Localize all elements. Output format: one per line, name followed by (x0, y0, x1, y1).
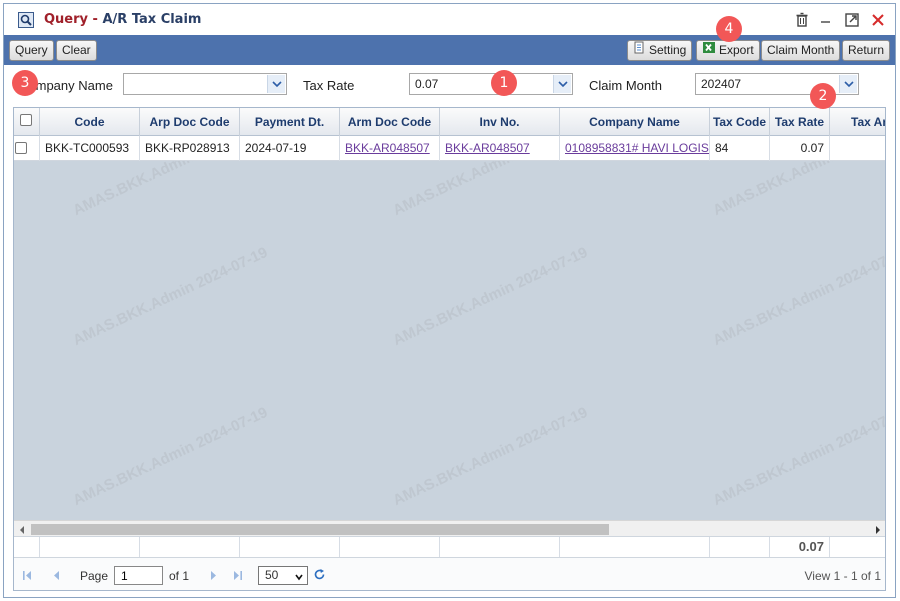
grid-header: Code Arp Doc Code Payment Dt. Arm Doc Co… (14, 108, 885, 136)
page-size-value: 50 (265, 568, 279, 582)
setting-button[interactable]: Setting (627, 40, 693, 61)
col-header-company-name[interactable]: Company Name (560, 108, 710, 136)
tax-rate-label: Tax Rate (303, 78, 355, 93)
chevron-down-icon[interactable] (839, 75, 857, 93)
watermark: AMAS.BKK.Admin 2024-07-19 (70, 243, 271, 350)
footer-tax-rate-total: 0.07 (770, 537, 830, 558)
annotation-badge-4: 4 (716, 16, 742, 42)
chevron-down-icon (294, 570, 304, 587)
row-checkbox[interactable] (15, 142, 27, 154)
title-query: Query (44, 12, 89, 27)
last-page-icon[interactable] (233, 570, 243, 584)
watermark: AMAS.BKK.Admin 2024-07-19 (70, 403, 271, 510)
cell-code: BKK-TC000593 (40, 136, 140, 161)
page-label: Page (80, 569, 109, 583)
claim-month-label: Claim Month (589, 78, 662, 93)
query-button[interactable]: Query (9, 40, 54, 61)
export-button[interactable]: Export (696, 40, 760, 61)
maximize-icon[interactable] (844, 12, 860, 28)
trash-icon[interactable] (794, 12, 810, 28)
next-page-icon[interactable] (210, 570, 218, 584)
cell-company-name-link[interactable]: 0108958831# HAVI LOGISTICS (560, 136, 710, 161)
col-header-tax-code[interactable]: Tax Code (710, 108, 770, 136)
claim-month-button[interactable]: Claim Month (761, 40, 841, 61)
watermark: AMAS.BKK.Admin 2024-07-19 (710, 403, 886, 510)
select-all-checkbox[interactable] (20, 114, 32, 126)
horizontal-scrollbar[interactable] (14, 520, 885, 536)
claim-month-value: 202407 (701, 77, 742, 91)
document-icon (633, 41, 646, 60)
annotation-badge-1: 1 (491, 70, 517, 96)
watermark: AMAS.BKK.Admin 2024-07-19 (710, 243, 886, 350)
watermark: AMAS.BKK.Admin 2024-07-19 (390, 243, 591, 350)
page-count-label: of 1 (169, 569, 190, 583)
clear-button[interactable]: Clear (56, 40, 97, 61)
annotation-badge-3: 3 (12, 70, 38, 96)
cell-tax-code: 84 (710, 136, 770, 161)
col-header-inv-no[interactable]: Inv No. (440, 108, 560, 136)
col-header-tax-amount[interactable]: Tax Ar (830, 108, 885, 136)
query-window-icon (18, 12, 34, 28)
grid-footer-totals: 0.07 (14, 536, 885, 558)
filter-bar: Company Name Tax Rate 0.07 Claim Month 2… (4, 65, 895, 107)
row-select-cell (14, 136, 40, 161)
page-size-select[interactable]: 50 (258, 566, 308, 585)
scrollbar-thumb[interactable] (31, 524, 609, 535)
first-page-icon[interactable] (22, 570, 32, 584)
cell-arp-doc-code: BKK-RP028913 (140, 136, 240, 161)
window-title: Query - A/R Tax Claim (44, 12, 201, 27)
pager: Page of 1 50 View 1 - 1 of 1 (14, 557, 885, 590)
minimize-icon[interactable] (818, 12, 834, 28)
title-bar: Query - A/R Tax Claim (4, 4, 895, 35)
export-button-label: Export (719, 43, 754, 57)
chevron-down-icon[interactable] (553, 75, 571, 93)
watermark: AMAS.BKK.Admin 2024-07-19 (390, 403, 591, 510)
col-header-tax-rate[interactable]: Tax Rate (770, 108, 830, 136)
close-icon[interactable] (870, 12, 886, 28)
title-main: A/R Tax Claim (102, 12, 202, 27)
prev-page-icon[interactable] (52, 570, 60, 584)
tax-claim-grid: AMAS.BKK.Admin 2024-07-19 AMAS.BKK.Admin… (13, 107, 886, 591)
col-header-payment-dt[interactable]: Payment Dt. (240, 108, 340, 136)
title-separator: - (88, 12, 103, 27)
setting-button-label: Setting (649, 43, 687, 57)
cell-arm-doc-code-link[interactable]: BKK-AR048507 (340, 136, 440, 161)
cell-payment-dt: 2024-07-19 (240, 136, 340, 161)
page-number-input[interactable] (114, 566, 163, 585)
chevron-down-icon[interactable] (267, 75, 285, 93)
return-button[interactable]: Return (842, 40, 891, 61)
toolbar: Query Clear Setting Export Claim Month R… (4, 35, 895, 65)
tax-claim-window: Query - A/R Tax Claim Query Clear Settin… (3, 3, 896, 598)
col-header-arm-doc-code[interactable]: Arm Doc Code (340, 108, 440, 136)
cell-tax-rate: 0.07 (770, 136, 830, 161)
annotation-badge-2: 2 (810, 83, 836, 109)
refresh-icon[interactable] (313, 568, 326, 584)
select-all-cell (14, 108, 40, 136)
cell-tax-amount (830, 136, 885, 161)
tax-rate-value: 0.07 (415, 77, 439, 91)
excel-icon (702, 41, 716, 60)
col-header-code[interactable]: Code (40, 108, 140, 136)
cell-inv-no-link[interactable]: BKK-AR048507 (440, 136, 560, 161)
company-name-select[interactable] (123, 73, 287, 95)
col-header-arp-doc-code[interactable]: Arp Doc Code (140, 108, 240, 136)
table-row[interactable]: BKK-TC000593 BKK-RP028913 2024-07-19 BKK… (14, 136, 885, 161)
view-records-text: View 1 - 1 of 1 (804, 569, 882, 583)
